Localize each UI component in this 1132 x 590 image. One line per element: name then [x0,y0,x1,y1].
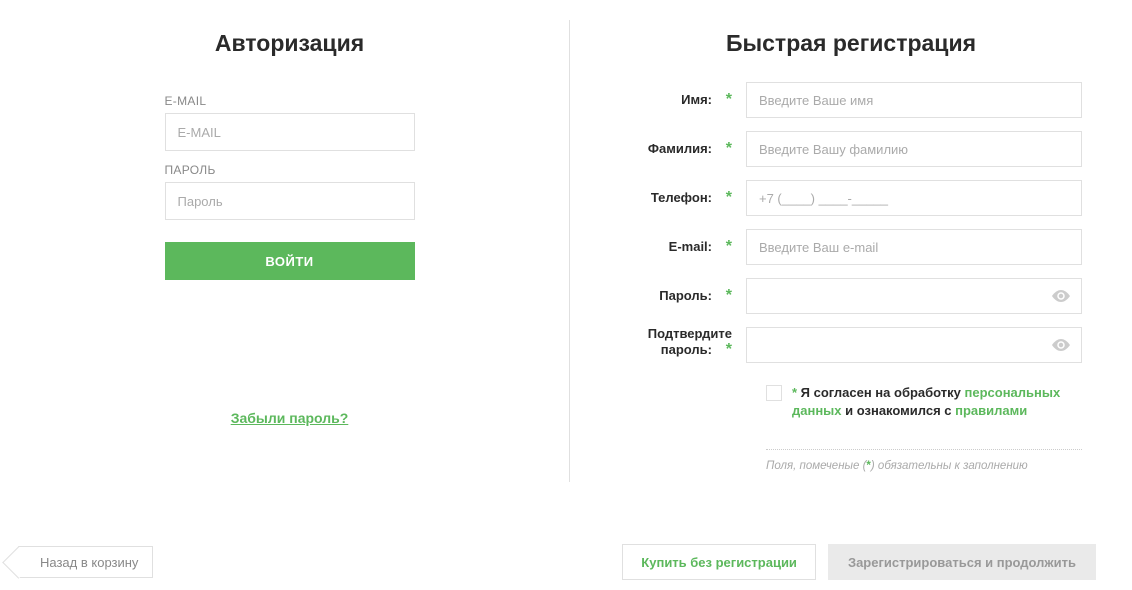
consent-checkbox[interactable] [766,385,782,401]
consent-row: * Я согласен на обработку персональных д… [766,384,1082,419]
reg-password-label: Пароль: [659,288,712,303]
reg-row-phone: Телефон: * [620,180,1082,216]
email-input[interactable] [165,113,415,151]
name-label: Имя: [681,92,712,107]
registration-heading: Быстрая регистрация [620,30,1082,57]
phone-input[interactable] [746,180,1082,216]
reg-email-label: E-mail: [669,239,712,254]
required-star: * [718,91,732,109]
forgot-password-link[interactable]: Забыли пароль? [90,410,489,426]
required-star: * [718,287,732,305]
surname-label: Фамилия: [648,141,712,156]
bottom-bar: Назад в корзину Купить без регистрации З… [18,544,1096,580]
password-label: ПАРОЛЬ [165,163,415,177]
auth-form: E-MAIL ПАРОЛЬ ВОЙТИ [165,82,415,280]
name-input[interactable] [746,82,1082,118]
reg-row-password: Пароль: * [620,278,1082,314]
required-star: * [718,341,732,359]
rules-link[interactable]: правилами [955,403,1027,418]
email-label: E-MAIL [165,94,415,108]
eye-icon[interactable] [1052,290,1070,302]
required-star: * [718,140,732,158]
consent-text: * Я согласен на обработку персональных д… [792,384,1082,419]
surname-input[interactable] [746,131,1082,167]
divider [766,449,1082,450]
reg-row-email: E-mail: * [620,229,1082,265]
reg-email-input[interactable] [746,229,1082,265]
register-continue-button[interactable]: Зарегистрироваться и продолжить [828,544,1096,580]
confirm-label-1: Подтвердите [620,327,732,341]
reg-password-input[interactable] [746,278,1082,314]
confirm-password-input[interactable] [746,327,1082,363]
buy-without-registration-button[interactable]: Купить без регистрации [622,544,816,580]
registration-column: Быстрая регистрация Имя: * Фамилия: * Теле… [570,20,1112,482]
reg-row-confirm: Подтвердите пароль: * [620,327,1082,363]
phone-label: Телефон: [651,190,712,205]
back-to-cart-button[interactable]: Назад в корзину [18,546,153,578]
auth-heading: Авторизация [90,30,489,57]
required-star: * [718,238,732,256]
login-button[interactable]: ВОЙТИ [165,242,415,280]
password-input[interactable] [165,182,415,220]
required-note: Поля, помеченые (*) обязательны к заполн… [766,460,1082,472]
eye-icon[interactable] [1052,339,1070,351]
confirm-label-2: пароль: [661,342,712,357]
back-label: Назад в корзину [40,555,138,570]
auth-column: Авторизация E-MAIL ПАРОЛЬ ВОЙТИ Забыли п… [20,20,570,482]
reg-row-surname: Фамилия: * [620,131,1082,167]
required-star: * [718,189,732,207]
reg-row-name: Имя: * [620,82,1082,118]
